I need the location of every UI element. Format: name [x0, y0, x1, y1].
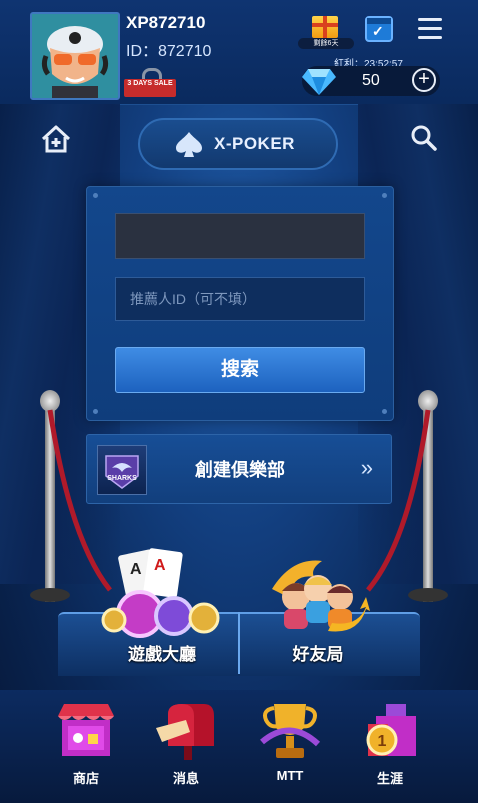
spade-logo-icon — [176, 132, 202, 157]
stage-divider — [238, 612, 240, 674]
search-panel: 推薦人ID（可不填） 搜索 — [86, 186, 394, 421]
nav-item-mtt[interactable]: MTT — [250, 690, 330, 800]
gift-button[interactable]: 剩餘6天 — [298, 14, 354, 49]
nav-label-career: 生涯 — [376, 771, 403, 786]
bottom-nav: 商店 消息 MTT 1 生涯 — [0, 690, 478, 803]
add-gems-button[interactable]: + — [412, 68, 436, 92]
trophy-icon — [260, 704, 321, 758]
svg-text:1: 1 — [378, 733, 387, 750]
search-icon[interactable] — [410, 124, 438, 152]
menu-icon[interactable] — [418, 18, 442, 40]
calendar-icon[interactable]: ✓ — [365, 16, 393, 42]
club-id-input[interactable] — [115, 213, 365, 259]
app-screen: XP872710 ID：872710 3 DAYS SALE 剩餘6天 ✓ 紅利… — [0, 0, 478, 803]
game-lobby-icon[interactable]: A A — [96, 548, 236, 640]
velvet-ropes — [47, 409, 431, 592]
friends-game-label[interactable]: 好友局 — [256, 640, 380, 665]
sale-badge[interactable]: 3 DAYS SALE — [124, 68, 176, 98]
nav-item-career[interactable]: 1 生涯 — [350, 690, 430, 800]
game-lobby-label[interactable]: 遊戲大廳 — [100, 640, 224, 665]
gift-icon — [312, 16, 338, 38]
nav-item-messages[interactable]: 消息 — [146, 690, 226, 800]
rivet — [93, 193, 98, 198]
nav-label-messages: 消息 — [172, 771, 199, 786]
svg-text:A: A — [130, 561, 142, 578]
nav-item-store[interactable]: 商店 — [46, 690, 126, 800]
home-add-icon[interactable] — [40, 124, 72, 154]
svg-text:A: A — [154, 557, 166, 574]
rivet — [382, 193, 387, 198]
nav-label-store: 商店 — [72, 771, 99, 786]
avatar[interactable] — [30, 12, 120, 100]
mailbox-icon — [156, 704, 214, 760]
header-bar: XP872710 ID：872710 3 DAYS SALE 剩餘6天 ✓ 紅利… — [0, 0, 478, 105]
logo-plate: X-POKER — [138, 118, 338, 170]
username: XP872710 — [126, 13, 206, 32]
gem-count: 50 — [362, 72, 380, 89]
diamond-icon — [302, 69, 336, 95]
sale-ribbon-text: 3 DAYS SALE — [124, 79, 176, 97]
logo-text: X-POKER — [214, 134, 295, 153]
store-icon — [58, 704, 114, 756]
gift-countdown: 剩餘6天 — [298, 38, 354, 49]
user-id: ID：872710 — [126, 43, 212, 60]
search-button[interactable]: 搜索 — [115, 347, 365, 393]
medal-icon: 1 — [366, 704, 416, 756]
nav-label-mtt: MTT — [276, 768, 304, 783]
referrer-id-input[interactable]: 推薦人ID（可不填） — [115, 277, 365, 321]
friends-game-icon[interactable] — [262, 553, 372, 635]
